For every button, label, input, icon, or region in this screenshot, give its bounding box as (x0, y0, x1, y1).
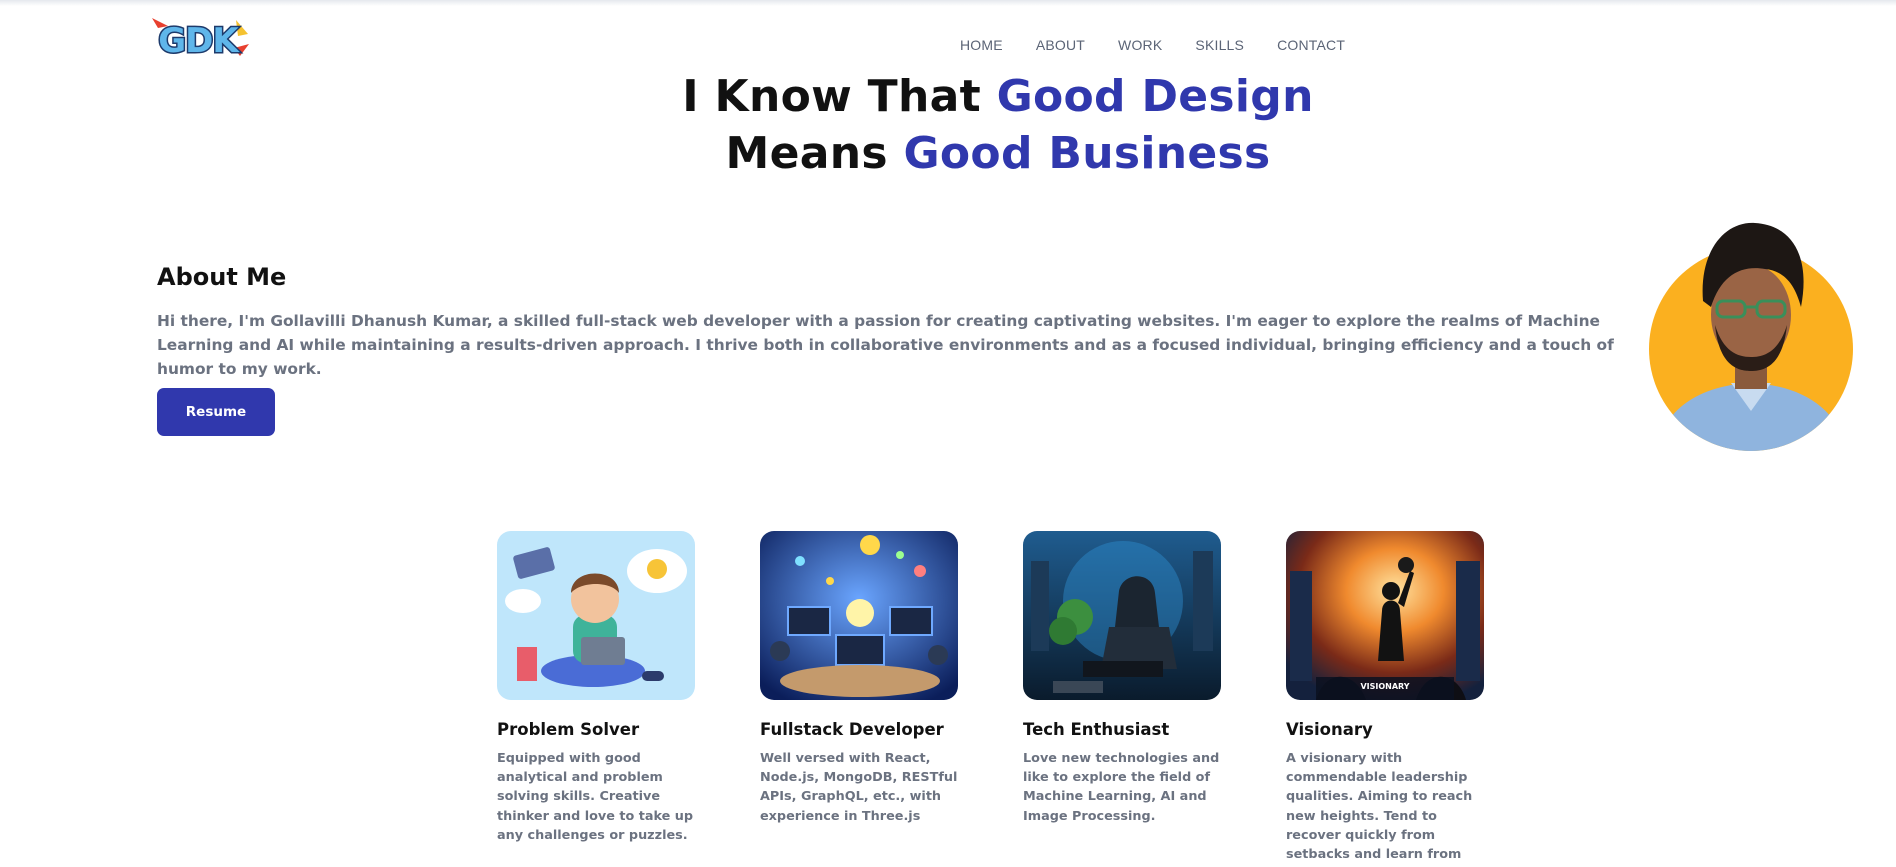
card-desc: Love new technologies and like to explor… (1023, 751, 1220, 824)
visionary-caption: VISIONARY (1360, 682, 1409, 691)
fullstack-developer-illustration (760, 531, 958, 700)
traits-cards: Problem Solver Equipped with good analyt… (497, 531, 1484, 867)
top-shadow (0, 0, 1896, 6)
resume-button[interactable]: Resume (157, 388, 275, 436)
hero-line1-accent: Good Design (996, 71, 1314, 122)
hero-heading: I Know That Good Design Means Good Busin… (548, 68, 1448, 182)
nav-contact[interactable]: CONTACT (1277, 36, 1345, 54)
card-desc: Well versed with React, Node.js, MongoDB… (760, 751, 958, 824)
nav-home[interactable]: HOME (960, 36, 1003, 54)
about-text: Hi there, I'm Gollavilli Dhanush Kumar, … (157, 312, 1614, 378)
card-title: Tech Enthusiast (1023, 720, 1170, 739)
card-title: Problem Solver (497, 720, 640, 739)
visionary-illustration: VISIONARY (1286, 531, 1484, 700)
card-visionary: VISIONARY Visionary A visionary with com… (1286, 531, 1484, 867)
main-nav: HOME ABOUT WORK SKILLS CONTACT (960, 36, 1345, 54)
nav-work[interactable]: WORK (1118, 36, 1162, 54)
gdk-logo[interactable]: GDK (148, 14, 250, 62)
card-fullstack-developer: Fullstack Developer Well versed with Rea… (760, 531, 958, 867)
about-title: About Me (157, 263, 287, 291)
card-desc: A visionary with commendable leadership … (1286, 751, 1473, 867)
hero-line2-plain: Means (725, 128, 904, 179)
hero-line1-plain: I Know That (682, 71, 997, 122)
card-tech-enthusiast: Tech Enthusiast Love new technologies an… (1023, 531, 1221, 867)
card-title: Fullstack Developer (760, 720, 944, 739)
logo-text: GDK (158, 21, 240, 61)
card-desc: Equipped with good analytical and proble… (497, 751, 694, 843)
nav-skills[interactable]: SKILLS (1195, 36, 1244, 54)
card-title: Visionary (1286, 720, 1373, 739)
card-problem-solver: Problem Solver Equipped with good analyt… (497, 531, 695, 867)
tech-enthusiast-illustration (1023, 531, 1221, 700)
problem-solver-illustration (497, 531, 695, 700)
nav-about[interactable]: ABOUT (1036, 36, 1085, 54)
profile-avatar (1649, 222, 1853, 451)
hero-line2-accent: Good Business (903, 128, 1271, 179)
